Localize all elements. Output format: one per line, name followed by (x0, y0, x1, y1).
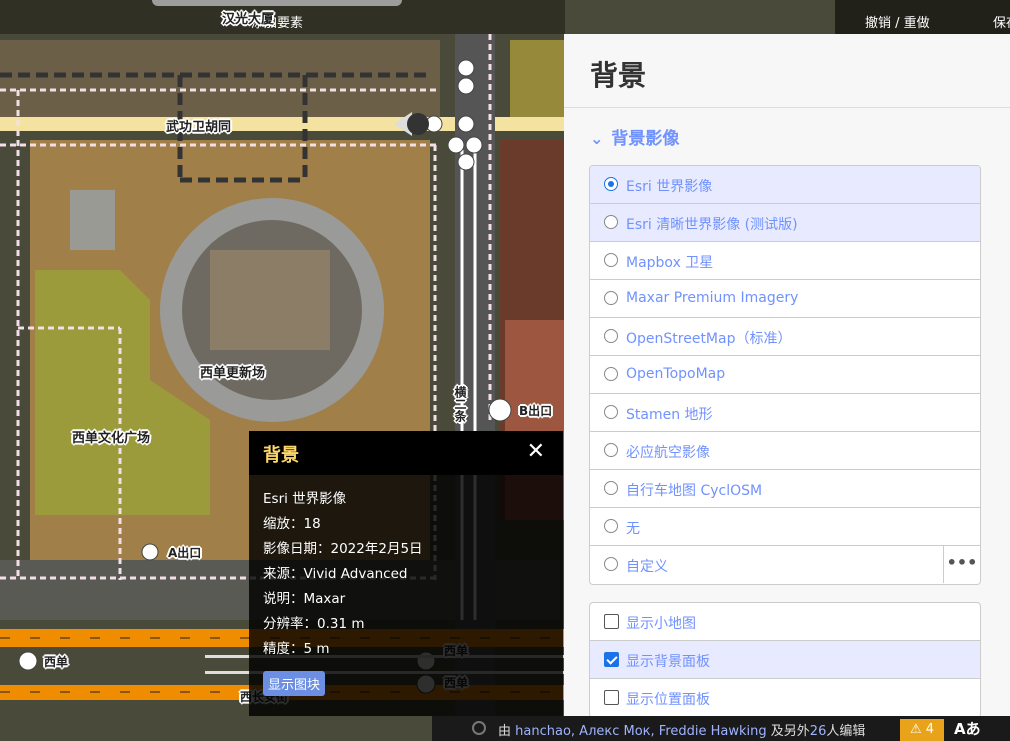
imagery-item-label: 必应航空影像 (626, 445, 710, 461)
imagery-item-esri-clarity[interactable]: Esri 清晰世界影像 (测试版) (590, 204, 980, 242)
checkbox-icon[interactable] (604, 614, 619, 629)
map-label-street-1: 汉光大厦 (222, 12, 275, 27)
imagery-item-none[interactable]: 无 (590, 508, 980, 546)
info-vendor: 来源：Vivid Advanced (263, 566, 408, 582)
radio-icon[interactable] (604, 481, 618, 495)
info-panel-title: 背景 (263, 445, 299, 466)
option-label: 显示背景面板 (626, 654, 710, 670)
display-options-list: 显示小地图 显示背景面板 显示位置面板 (589, 602, 981, 716)
imagery-item-cyclosm[interactable]: 自行车地图 CyclOSM (590, 470, 980, 508)
top-toolbar: 添加要素 撤销 / 重做 保存 (0, 0, 1010, 34)
option-show-background-panel[interactable]: 显示背景面板 (590, 641, 980, 679)
imagery-item-label: 自行车地图 CyclOSM (626, 483, 763, 499)
footer-bar: 由 hanchao, Алекс Мок, Freddie Hawking 及另… (432, 716, 1010, 741)
radio-icon[interactable] (604, 443, 618, 457)
info-zoom: 缩放：18 (263, 516, 321, 532)
clock-icon (472, 721, 486, 735)
info-accuracy: 精度：5 m (263, 641, 330, 657)
imagery-item-stamen[interactable]: Stamen 地形 (590, 394, 980, 432)
imagery-item-label: 自定义 (626, 559, 668, 575)
language-icon[interactable]: Aあ (954, 718, 981, 739)
attribution-count-link[interactable]: 26 (810, 724, 827, 739)
radio-icon[interactable] (604, 557, 618, 571)
info-panel-header: 背景 ✕ (249, 431, 563, 475)
imagery-item-label: Esri 清晰世界影像 (测试版) (626, 217, 798, 233)
option-label: 显示位置面板 (626, 692, 710, 708)
background-info-panel: 背景 ✕ Esri 世界影像 缩放：18 影像日期：2022年2月5日 来源：V… (249, 431, 563, 716)
option-show-minimap[interactable]: 显示小地图 (590, 603, 980, 641)
attribution-users-link[interactable]: hanchao, Алекс Мок, Freddie Hawking (515, 724, 766, 739)
radio-selected-icon[interactable] (604, 177, 618, 191)
close-icon[interactable]: ✕ (527, 441, 545, 463)
imagery-item-bing[interactable]: 必应航空影像 (590, 432, 980, 470)
divider (564, 107, 1010, 108)
imagery-item-label: Stamen 地形 (626, 407, 713, 423)
attribution-prefix: 由 (498, 724, 512, 739)
map-label-place-1: 西单更新场 (200, 366, 266, 381)
info-source-name: Esri 世界影像 (263, 491, 347, 507)
info-description: 说明：Maxar (263, 591, 346, 607)
imagery-section-toggle[interactable]: ⌄ 背景影像 (590, 124, 679, 149)
edit-attribution: 由 hanchao, Алекс Мок, Freddie Hawking 及另… (498, 720, 865, 739)
page-title: 背景 (590, 59, 647, 92)
imagery-item-osm[interactable]: OpenStreetMap（标准） (590, 318, 980, 356)
radio-icon[interactable] (604, 367, 618, 381)
imagery-item-opentopomap[interactable]: OpenTopoMap (590, 356, 980, 394)
checkbox-checked-icon[interactable] (604, 652, 619, 667)
radio-icon[interactable] (604, 405, 618, 419)
attribution-middle: 及另外 (770, 724, 810, 739)
show-tiles-button[interactable]: 显示图块 (263, 671, 326, 696)
imagery-item-mapbox[interactable]: Mapbox 卫星 (590, 242, 980, 280)
map-label-place-2: 西单文化广场 (72, 431, 151, 446)
map-label-road-vertical: 横二条 (453, 386, 467, 422)
radio-icon[interactable] (604, 291, 618, 305)
chevron-down-icon: ⌄ (590, 129, 604, 148)
imagery-list: Esri 世界影像 Esri 清晰世界影像 (测试版) Mapbox 卫星 Ma… (589, 165, 981, 585)
radio-icon[interactable] (604, 215, 618, 229)
background-sidebar: 背景 ⌄ 背景影像 Esri 世界影像 Esri 清晰世界影像 (测试版) Map… (564, 34, 1010, 716)
radio-icon[interactable] (604, 519, 618, 533)
map-label-street-2: 武功卫胡同 (166, 120, 232, 135)
info-date: 影像日期：2022年2月5日 (263, 541, 423, 557)
issues-warning-badge[interactable]: ⚠ 4 (900, 719, 944, 741)
checkbox-icon[interactable] (604, 690, 619, 705)
undo-redo-button[interactable]: 撤销 / 重做 (865, 12, 930, 31)
attribution-suffix: 人编辑 (826, 724, 866, 739)
map-label-exit-a: A出口 (168, 546, 202, 560)
info-resolution: 分辨率：0.31 m (263, 616, 365, 632)
option-show-location-panel[interactable]: 显示位置面板 (590, 679, 980, 716)
imagery-item-label: Esri 世界影像 (626, 179, 713, 195)
imagery-item-custom[interactable]: 自定义 ••• (590, 546, 980, 584)
imagery-item-label: OpenStreetMap（标准） (626, 331, 792, 347)
info-panel-details: Esri 世界影像 缩放：18 影像日期：2022年2月5日 来源：Vivid … (263, 487, 423, 662)
imagery-item-label: OpenTopoMap (626, 366, 726, 382)
map-label-station-1: 西单 (44, 655, 69, 669)
map-label-exit-b: B出口 (519, 404, 553, 418)
imagery-section-label: 背景影像 (611, 129, 680, 149)
imagery-item-esri[interactable]: Esri 世界影像 (590, 166, 980, 204)
radio-icon[interactable] (604, 253, 618, 267)
imagery-item-label: Maxar Premium Imagery (626, 290, 799, 306)
imagery-item-maxar[interactable]: Maxar Premium Imagery (590, 280, 980, 318)
option-label: 显示小地图 (626, 616, 696, 632)
imagery-item-label: 无 (626, 521, 640, 537)
imagery-item-label: Mapbox 卫星 (626, 255, 714, 271)
save-button[interactable]: 保存 (993, 12, 1010, 31)
radio-icon[interactable] (604, 329, 618, 343)
more-options-icon[interactable]: ••• (943, 546, 980, 583)
